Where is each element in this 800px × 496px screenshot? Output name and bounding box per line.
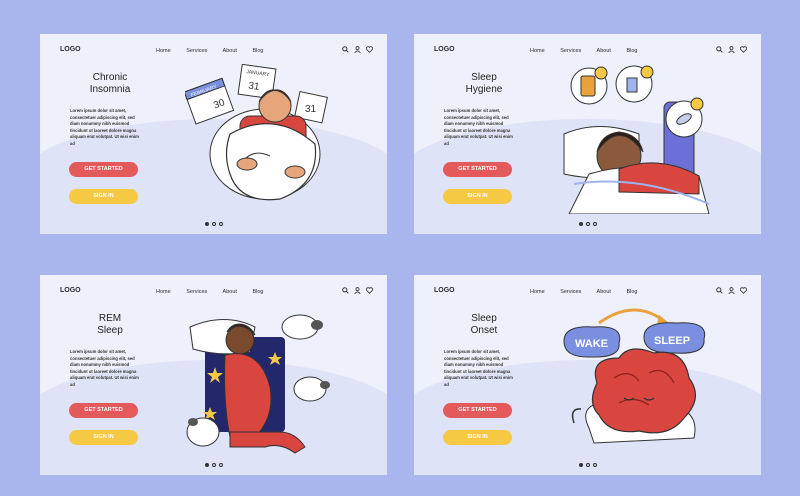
svg-text:SLEEP: SLEEP: [654, 335, 690, 347]
sheep-icon: [293, 376, 330, 402]
nav-about[interactable]: About: [597, 289, 611, 295]
nav-about[interactable]: About: [597, 48, 611, 54]
wake-bubble: WAKE: [563, 326, 621, 358]
pagination-dot[interactable]: [586, 463, 590, 467]
sleep-hygiene-illustration: [559, 64, 714, 214]
insomnia-illustration: FEBRUARY 30 JANUARY 31 31: [185, 64, 335, 214]
user-icon[interactable]: [728, 46, 735, 53]
navbar: LOGO Home Services About Blog: [434, 285, 747, 299]
pagination-dot[interactable]: [593, 463, 597, 467]
landing-panel-sleep-onset: LOGO Home Services About Blog Sleep Onse…: [414, 275, 761, 475]
page-title: Sleep Onset: [470, 313, 498, 336]
nav-home[interactable]: Home: [156, 48, 171, 54]
get-started-button[interactable]: GET STARTED: [69, 162, 138, 177]
pagination-dot[interactable]: [219, 463, 223, 467]
pagination-dot[interactable]: [219, 222, 223, 226]
search-icon[interactable]: [342, 46, 349, 53]
nav-services[interactable]: Services: [186, 289, 207, 295]
pagination-dot[interactable]: [579, 463, 583, 467]
nav-services[interactable]: Services: [560, 48, 581, 54]
sign-in-button[interactable]: SIGN IN: [69, 430, 138, 445]
heart-icon[interactable]: [740, 287, 747, 294]
user-icon[interactable]: [728, 287, 735, 294]
user-icon[interactable]: [354, 287, 361, 294]
landing-panel-rem-sleep: LOGO Home Services About Blog REM Sleep …: [40, 275, 387, 475]
nav-home[interactable]: Home: [530, 48, 545, 54]
svg-text:WAKE: WAKE: [575, 338, 608, 350]
body-text: Lorem ipsum dolor sit amet, consectetuer…: [444, 108, 513, 146]
pagination-dot[interactable]: [212, 463, 216, 467]
search-icon[interactable]: [716, 287, 723, 294]
navbar: LOGO Home Services About Blog: [60, 285, 373, 299]
pagination-dot[interactable]: [212, 222, 216, 226]
body-text: Lorem ipsum dolor sit amet, consectetuer…: [70, 108, 139, 146]
sign-in-button[interactable]: SIGN IN: [443, 430, 512, 445]
nav-home[interactable]: Home: [530, 289, 545, 295]
heart-icon[interactable]: [366, 46, 373, 53]
pagination-dot[interactable]: [593, 222, 597, 226]
page-title: REM Sleep: [97, 313, 123, 336]
nav-services[interactable]: Services: [560, 289, 581, 295]
pagination-dot[interactable]: [579, 222, 583, 226]
heart-icon[interactable]: [740, 46, 747, 53]
logo[interactable]: LOGO: [434, 287, 455, 294]
pagination-dot[interactable]: [205, 222, 209, 226]
pagination: [579, 463, 597, 467]
body-text: Lorem ipsum dolor sit amet, consectetuer…: [444, 349, 513, 387]
landing-panel-chronic-insomnia: LOGO Home Services About Blog Chronic In…: [40, 34, 387, 234]
user-icon[interactable]: [354, 46, 361, 53]
logo[interactable]: LOGO: [60, 46, 81, 53]
body-text: Lorem ipsum dolor sit amet, consectetuer…: [70, 349, 139, 387]
nav-home[interactable]: Home: [156, 289, 171, 295]
search-icon[interactable]: [716, 46, 723, 53]
pagination: [579, 222, 597, 226]
sign-in-button[interactable]: SIGN IN: [443, 189, 512, 204]
calendar-icon: FEBRUARY 30: [185, 77, 235, 125]
pagination: [205, 222, 223, 226]
sign-in-button[interactable]: SIGN IN: [69, 189, 138, 204]
nav-blog[interactable]: Blog: [626, 48, 637, 54]
nav-about[interactable]: About: [223, 48, 237, 54]
page-title: Chronic Insomnia: [89, 72, 131, 95]
nav-about[interactable]: About: [223, 289, 237, 295]
nav-blog[interactable]: Blog: [626, 289, 637, 295]
get-started-button[interactable]: GET STARTED: [443, 403, 512, 418]
sleep-onset-illustration: WAKE SLEEP: [559, 303, 714, 458]
heart-icon[interactable]: [366, 287, 373, 294]
nav-services[interactable]: Services: [186, 48, 207, 54]
sheep-icon: [281, 314, 323, 340]
nav-blog[interactable]: Blog: [252, 289, 263, 295]
page-title: Sleep Hygiene: [465, 72, 503, 95]
landing-panel-sleep-hygiene: LOGO Home Services About Blog Sleep Hygi…: [414, 34, 761, 234]
get-started-button[interactable]: GET STARTED: [69, 403, 138, 418]
pagination: [205, 463, 223, 467]
rem-sleep-illustration: [185, 307, 335, 457]
get-started-button[interactable]: GET STARTED: [443, 162, 512, 177]
navbar: LOGO Home Services About Blog: [434, 44, 747, 58]
navbar: LOGO Home Services About Blog: [60, 44, 373, 58]
sheep-icon: [186, 417, 220, 447]
svg-text:31: 31: [248, 80, 261, 93]
sleep-bubble: SLEEP: [643, 322, 706, 354]
logo[interactable]: LOGO: [60, 287, 81, 294]
nav-blog[interactable]: Blog: [252, 48, 263, 54]
pagination-dot[interactable]: [586, 222, 590, 226]
svg-text:31: 31: [305, 104, 317, 115]
logo[interactable]: LOGO: [434, 46, 455, 53]
search-icon[interactable]: [342, 287, 349, 294]
pagination-dot[interactable]: [205, 463, 209, 467]
